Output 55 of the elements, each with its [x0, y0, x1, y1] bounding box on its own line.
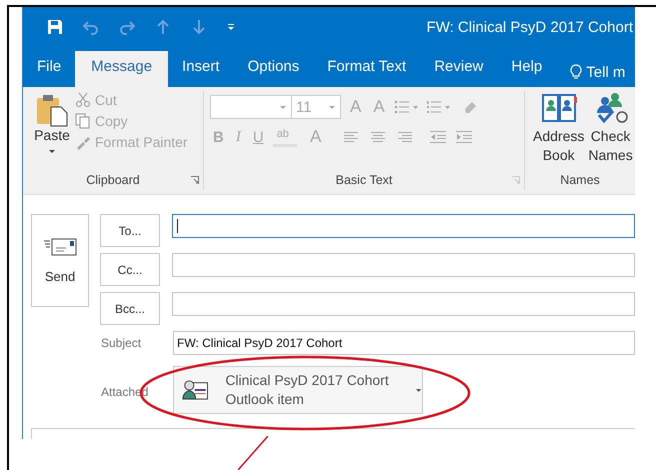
send-button[interactable]: Send: [31, 214, 89, 307]
address-book-icon: [540, 91, 577, 125]
recipient-field[interactable]: [172, 214, 635, 238]
group-label: Names: [560, 173, 600, 187]
lightbulb-icon: [570, 64, 582, 80]
caret-icon: [48, 149, 56, 154]
undo-icon[interactable]: [83, 19, 99, 35]
numbered-list-icon[interactable]: [426, 99, 452, 115]
save-icon[interactable]: [47, 19, 63, 35]
ribbon-tab[interactable]: Insert: [168, 51, 234, 87]
ribbon-tab[interactable]: Message: [75, 51, 168, 87]
decrease-indent-icon[interactable]: [430, 130, 446, 144]
ribbon-tab[interactable]: Review: [420, 51, 498, 87]
align-left-icon[interactable]: [344, 130, 360, 144]
group-label: Basic Text: [336, 173, 392, 187]
up-arrow-icon[interactable]: [155, 19, 171, 35]
align-center-icon[interactable]: [370, 130, 386, 144]
font-size-value: 11: [296, 98, 312, 116]
font-name-field[interactable]: [210, 95, 292, 119]
annotation-line: [238, 436, 268, 470]
copy-icon: [75, 113, 91, 129]
dialog-launcher-icon[interactable]: [191, 176, 199, 184]
paintbrush-icon: [75, 134, 91, 150]
increase-indent-icon[interactable]: [456, 130, 472, 144]
scissors-icon: [75, 92, 91, 108]
clipboard-icon: [35, 93, 69, 127]
subject-field[interactable]: FW: Clinical PsyD 2017 Cohort: [173, 331, 635, 355]
address-book-button[interactable]: Address Book: [531, 91, 586, 170]
bullet-list-icon[interactable]: [394, 99, 420, 115]
redo-icon[interactable]: [119, 19, 135, 35]
attachment-type: Outlook item: [225, 390, 305, 409]
envelope-icon: [43, 237, 77, 257]
window-title: FW: Clinical PsyD 2017 Cohort: [426, 18, 634, 36]
check-names-button[interactable]: Check Names: [586, 91, 635, 170]
tell-me-tab[interactable]: Tell m: [556, 51, 626, 87]
group-label: Clipboard: [86, 173, 140, 187]
subject-label: Subject: [101, 335, 142, 351]
ribbon-tab[interactable]: Options: [234, 51, 314, 87]
attachment-item[interactable]: Clinical PsyD 2017 Cohort Outlook item: [173, 366, 423, 414]
caret-icon: [279, 104, 287, 110]
customize-caret-icon[interactable]: [227, 23, 235, 31]
recipient-field[interactable]: [172, 292, 635, 316]
recipient-button[interactable]: Cc...: [100, 253, 160, 286]
ribbon-tab[interactable]: Format Text: [313, 51, 420, 87]
recipient-field[interactable]: [172, 253, 635, 277]
down-arrow-icon[interactable]: [191, 19, 207, 35]
caret-icon: [328, 104, 336, 110]
caret-icon: [414, 388, 422, 392]
ribbon-tab[interactable]: Help: [497, 51, 556, 87]
recipient-button[interactable]: Bcc...: [100, 292, 160, 325]
attachment-name: Clinical PsyD 2017 Cohort: [225, 371, 389, 390]
ribbon-tab[interactable]: File: [23, 51, 76, 87]
paste-button[interactable]: Paste: [29, 91, 75, 170]
align-right-icon[interactable]: [396, 130, 412, 144]
recipient-button[interactable]: To...: [100, 214, 160, 247]
